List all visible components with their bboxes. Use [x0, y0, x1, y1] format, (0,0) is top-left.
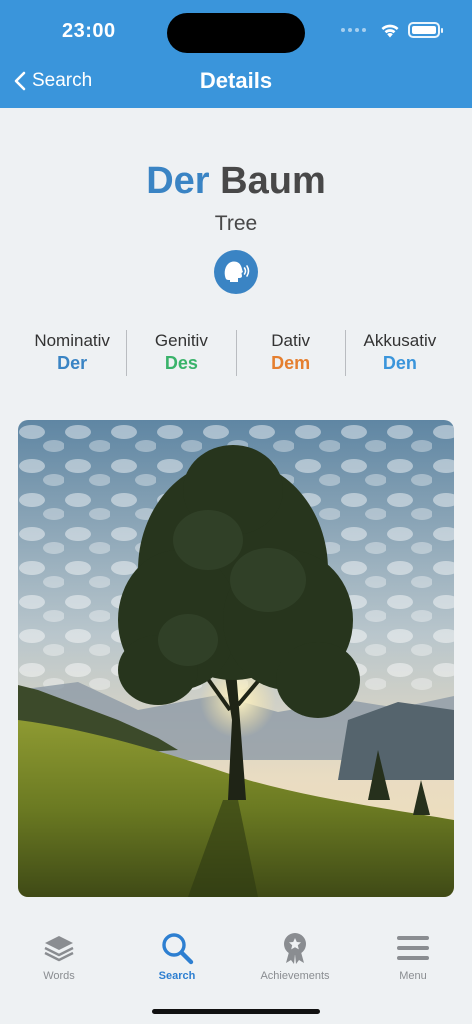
nav-header: 23:00 Search Details [0, 0, 472, 108]
tab-menu[interactable]: Menu [354, 930, 472, 990]
wifi-icon [381, 24, 399, 37]
word-translation: Tree [214, 212, 258, 235]
case-label: Genitiv [154, 331, 208, 350]
case-dativ: Dativ Dem [235, 330, 345, 376]
signal-icon [341, 28, 366, 32]
word-article: Der [146, 160, 210, 202]
page-title: Details [199, 68, 273, 93]
case-value: Den [382, 353, 417, 373]
dynamic-island [167, 13, 305, 53]
status-time: 23:00 [62, 20, 116, 42]
layers-icon [44, 936, 74, 962]
word-image [18, 420, 454, 897]
tab-label: Achievements [260, 970, 330, 982]
menu-icon [397, 936, 429, 960]
status-icons [341, 22, 443, 38]
tab-search[interactable]: Search [118, 930, 236, 990]
case-label: Akkusativ [363, 331, 437, 350]
case-genitiv: Genitiv Des [126, 330, 235, 376]
tree-illustration [18, 420, 454, 897]
word-noun: Baum [220, 160, 326, 202]
case-nominativ: Nominativ Der [18, 330, 126, 376]
case-value: Dem [271, 353, 311, 373]
home-indicator [152, 1009, 320, 1014]
tab-words[interactable]: Words [0, 930, 118, 990]
case-table: Nominativ Der Genitiv Des Dativ Dem Akku… [18, 330, 454, 376]
tab-label: Menu [399, 970, 427, 982]
tab-achievements[interactable]: Achievements [236, 930, 354, 990]
battery-icon [408, 22, 443, 38]
case-label: Nominativ [34, 331, 110, 350]
case-value: Des [164, 353, 198, 373]
word-heading: Der Baum [0, 160, 472, 203]
case-akkusativ: Akkusativ Den [344, 330, 454, 376]
speaking-head-icon [224, 261, 250, 282]
tab-label: Words [43, 970, 75, 982]
medal-icon [284, 933, 306, 964]
search-icon [162, 933, 194, 965]
case-label: Dativ [271, 331, 310, 350]
tab-label: Search [158, 970, 196, 982]
tab-bar: Words Search Achievements Menu [0, 930, 472, 990]
pronounce-button[interactable] [214, 250, 258, 294]
case-value: Der [57, 353, 88, 373]
